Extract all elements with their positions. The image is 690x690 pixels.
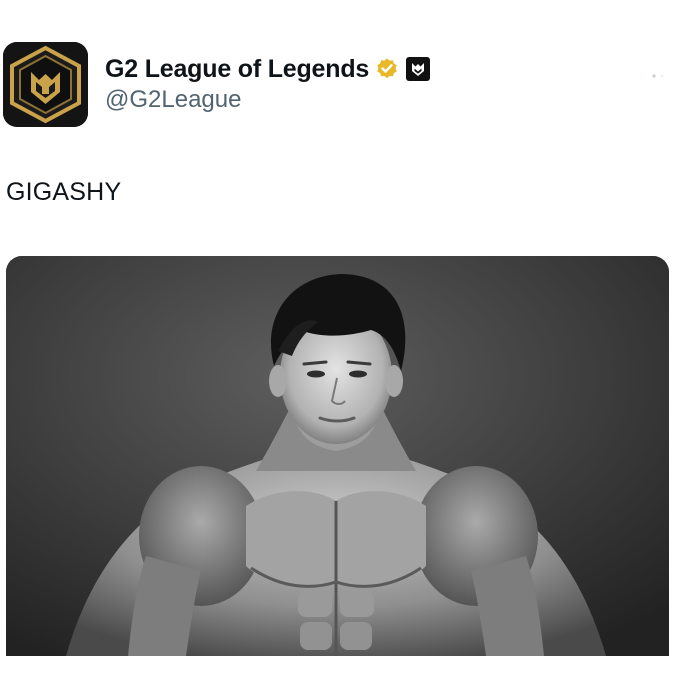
muscular-man-photo — [6, 256, 669, 656]
more-options-icon[interactable] — [651, 64, 665, 85]
tweet-card[interactable]: G2 League of Legends @G2League GIGASHY — [0, 0, 690, 690]
tweet-text: GIGASHY — [6, 178, 122, 206]
author-identity[interactable]: G2 League of Legends @G2League — [105, 52, 431, 114]
tweet-header: G2 League of Legends @G2League — [3, 42, 683, 132]
name-row: G2 League of Legends — [105, 52, 431, 86]
author-handle[interactable]: @G2League — [105, 86, 431, 114]
verified-badge-icon[interactable] — [375, 57, 399, 81]
avatar[interactable] — [3, 42, 88, 127]
g2-logo-icon — [3, 42, 88, 127]
g2-affiliate-badge-icon[interactable] — [405, 56, 431, 82]
tweet-media-image[interactable] — [6, 256, 669, 656]
display-name[interactable]: G2 League of Legends — [105, 55, 369, 84]
